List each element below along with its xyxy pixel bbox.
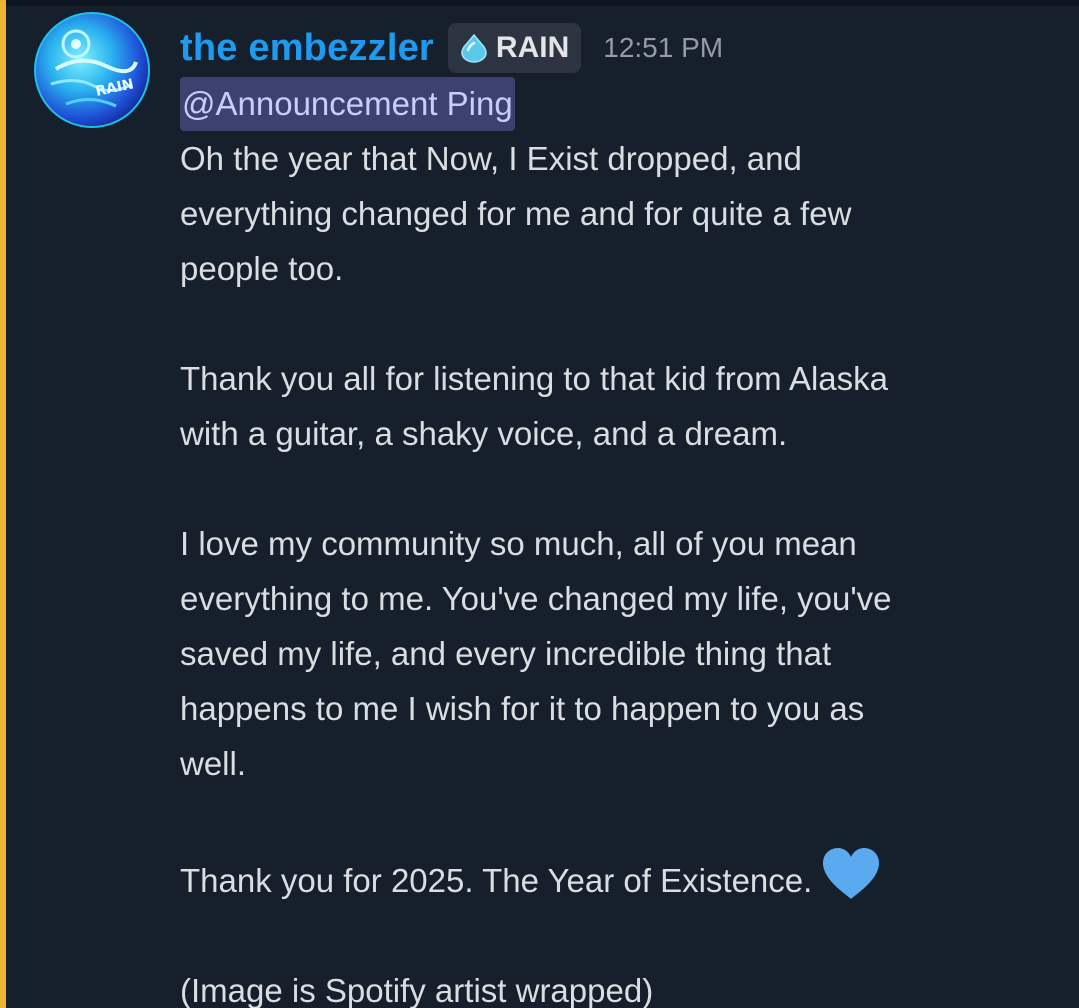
message-paragraph: Oh the year that Now, I Exist dropped, a… xyxy=(180,140,852,287)
blue-heart-emoji xyxy=(820,846,882,902)
message-paragraph-with-emoji: Thank you for 2025. The Year of Existenc… xyxy=(180,846,1060,908)
droplet-icon xyxy=(458,31,492,65)
avatar[interactable]: RAIN xyxy=(34,12,150,128)
avatar-art: RAIN xyxy=(36,14,148,126)
message-paragraph: Thank you all for listening to that kid … xyxy=(180,360,889,452)
message-paragraph: Thank you for 2025. The Year of Existenc… xyxy=(180,862,813,899)
role-mention[interactable]: @Announcement Ping xyxy=(180,77,515,131)
message-header: the embezzler RAIN 12:51 PM xyxy=(180,20,723,76)
role-tag[interactable]: RAIN xyxy=(447,23,582,73)
author-username[interactable]: the embezzler xyxy=(180,27,434,70)
role-label: RAIN xyxy=(495,31,570,64)
message-content: @Announcement Ping Oh the year that Now,… xyxy=(180,76,1060,1008)
message-paragraph: (Image is Spotify artist wrapped) xyxy=(180,972,654,1008)
message-timestamp[interactable]: 12:51 PM xyxy=(603,32,723,64)
chat-message: RAIN the embezzler RAIN 12:51 PM @Announ… xyxy=(6,6,1079,1008)
message-paragraph: I love my community so much, all of you … xyxy=(180,525,892,782)
